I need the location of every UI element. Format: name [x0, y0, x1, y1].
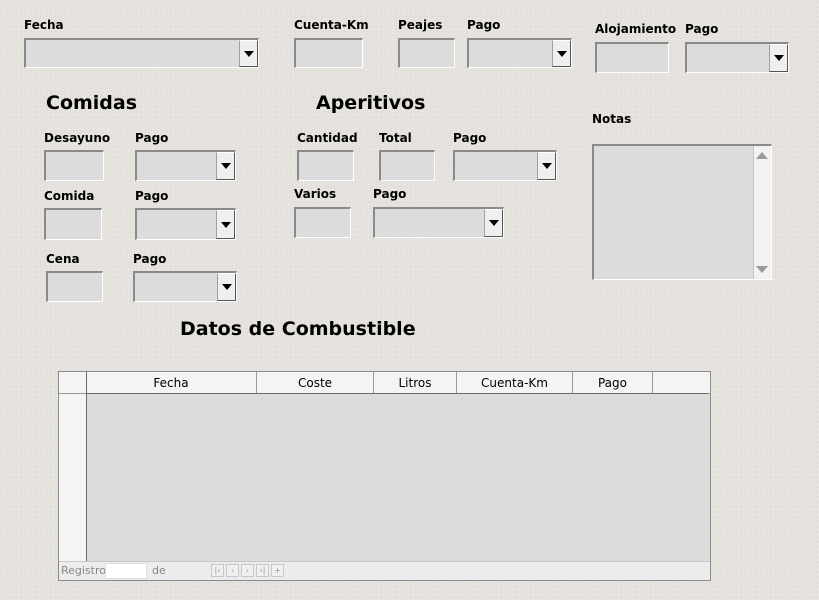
desayuno-label: Desayuno — [44, 131, 111, 145]
comida-pago-dropdown[interactable] — [135, 208, 236, 240]
chevron-down-icon[interactable] — [484, 209, 503, 237]
row-header-column[interactable] — [59, 372, 87, 562]
cuenta-km-field[interactable] — [294, 38, 363, 68]
peajes-label: Peajes — [398, 18, 443, 32]
table-header-row: Fecha Coste Litros Cuenta-Km Pago — [59, 372, 710, 394]
varios-pago-dropdown[interactable] — [373, 207, 504, 238]
record-number-input[interactable] — [105, 563, 147, 579]
cena-field[interactable] — [46, 271, 103, 302]
cena-label: Cena — [46, 252, 80, 266]
scroll-down-icon[interactable] — [756, 266, 768, 273]
aperitivos-heading: Aperitivos — [316, 92, 426, 114]
aperitivos-pago-label: Pago — [453, 131, 487, 145]
varios-label: Varios — [294, 187, 337, 201]
column-header-fecha[interactable]: Fecha — [86, 372, 257, 393]
total-label: Total — [379, 131, 412, 145]
alojamiento-field[interactable] — [595, 42, 669, 73]
header-divider — [86, 393, 708, 394]
desayuno-field[interactable] — [44, 150, 104, 181]
cena-pago-label: Pago — [133, 252, 167, 266]
comidas-heading: Comidas — [46, 92, 138, 114]
notas-label: Notas — [592, 112, 632, 126]
alojamiento-pago-label: Pago — [685, 22, 719, 36]
chevron-down-icon[interactable] — [537, 152, 556, 180]
notas-textarea[interactable] — [592, 144, 772, 280]
record-navigation-bar: Registro de |‹ ‹ › ›| + — [59, 561, 710, 580]
comida-label: Comida — [44, 189, 95, 203]
column-header-pago[interactable]: Pago — [573, 372, 653, 393]
chevron-down-icon[interactable] — [216, 152, 235, 180]
chevron-down-icon[interactable] — [217, 273, 236, 301]
fecha-label: Fecha — [24, 18, 64, 32]
next-record-icon[interactable]: › — [241, 564, 254, 577]
new-record-icon[interactable]: + — [271, 564, 284, 577]
alojamiento-label: Alojamiento — [595, 22, 677, 36]
chevron-down-icon[interactable] — [552, 40, 571, 67]
fecha-dropdown[interactable] — [24, 38, 259, 68]
alojamiento-pago-dropdown[interactable] — [685, 42, 789, 73]
varios-field[interactable] — [294, 207, 351, 238]
peajes-pago-label: Pago — [467, 18, 501, 32]
previous-record-icon[interactable]: ‹ — [226, 564, 239, 577]
total-field[interactable] — [379, 150, 435, 181]
varios-pago-label: Pago — [373, 187, 407, 201]
combustible-table[interactable]: Fecha Coste Litros Cuenta-Km Pago Regist… — [58, 371, 711, 581]
cena-pago-dropdown[interactable] — [133, 271, 237, 302]
cuenta-km-label: Cuenta-Km — [294, 18, 369, 32]
chevron-down-icon[interactable] — [216, 210, 235, 239]
notas-scrollbar[interactable] — [753, 146, 771, 279]
first-record-icon[interactable]: |‹ — [211, 564, 224, 577]
cantidad-field[interactable] — [297, 150, 354, 181]
peajes-pago-dropdown[interactable] — [467, 38, 572, 68]
combustible-heading: Datos de Combustible — [180, 318, 416, 340]
chevron-down-icon[interactable] — [239, 40, 258, 67]
aperitivos-pago-dropdown[interactable] — [453, 150, 557, 181]
column-header-coste[interactable]: Coste — [257, 372, 374, 393]
cantidad-label: Cantidad — [297, 131, 358, 145]
comida-pago-label: Pago — [135, 189, 169, 203]
scroll-up-icon[interactable] — [756, 152, 768, 159]
peajes-field[interactable] — [398, 38, 455, 68]
chevron-down-icon[interactable] — [769, 44, 788, 72]
column-header-cuenta-km[interactable]: Cuenta-Km — [457, 372, 573, 393]
desayuno-pago-label: Pago — [135, 131, 169, 145]
desayuno-pago-dropdown[interactable] — [135, 150, 236, 181]
last-record-icon[interactable]: ›| — [256, 564, 269, 577]
comida-field[interactable] — [44, 208, 102, 240]
row-header-divider — [59, 393, 86, 394]
registro-label: Registro — [61, 564, 107, 577]
de-label: de — [152, 564, 166, 577]
column-header-litros[interactable]: Litros — [374, 372, 457, 393]
